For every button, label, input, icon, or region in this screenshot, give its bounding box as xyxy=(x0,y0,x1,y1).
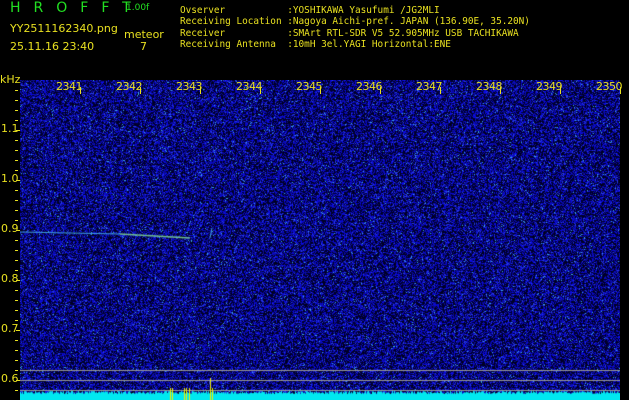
meteor-count: 7 xyxy=(140,40,147,53)
freq-tick xyxy=(15,90,18,91)
freq-tick xyxy=(15,170,18,171)
time-label: 2344 xyxy=(236,80,262,93)
time-tick xyxy=(80,87,81,94)
freq-tick xyxy=(15,270,18,271)
freq-tick xyxy=(15,210,18,211)
freq-tick xyxy=(15,100,18,101)
freq-label: 0.9 xyxy=(1,222,19,235)
freq-tick xyxy=(16,380,20,381)
freq-label: 0.8 xyxy=(1,272,19,285)
freq-tick xyxy=(16,180,20,181)
freq-tick xyxy=(15,300,18,301)
time-label: 2345 xyxy=(296,80,322,93)
freq-tick xyxy=(15,120,18,121)
freq-label: 0.7 xyxy=(1,322,19,335)
freq-tick xyxy=(15,320,18,321)
freq-tick xyxy=(15,160,18,161)
freq-tick xyxy=(15,250,18,251)
info-antenna: Receiving Antenna :10mH 3el.YAGI Horizon… xyxy=(180,39,530,50)
time-tick xyxy=(560,87,561,94)
time-tick xyxy=(380,87,381,94)
time-tick xyxy=(140,87,141,94)
app-logo: HROFFT xyxy=(10,0,144,16)
time-label: 2347 xyxy=(416,80,442,93)
freq-tick xyxy=(16,230,20,231)
freq-tick xyxy=(15,110,18,111)
time-tick xyxy=(620,87,621,94)
time-label: 2342 xyxy=(116,80,142,93)
time-label: 2341 xyxy=(56,80,82,93)
time-label: 2349 xyxy=(536,80,562,93)
time-label: 2348 xyxy=(476,80,502,93)
freq-tick xyxy=(15,370,18,371)
freq-tick xyxy=(15,140,18,141)
station-info: Ovserver :YOSHIKAWA Yasufumi /JG2MLI Rece… xyxy=(180,5,530,50)
freq-tick xyxy=(15,360,18,361)
info-observer: Ovserver :YOSHIKAWA Yasufumi /JG2MLI xyxy=(180,5,530,16)
freq-tick xyxy=(15,310,18,311)
freq-tick xyxy=(15,290,18,291)
freq-tick xyxy=(15,190,18,191)
time-tick xyxy=(260,87,261,94)
time-tick xyxy=(440,87,441,94)
freq-tick xyxy=(15,200,18,201)
freq-tick xyxy=(16,330,20,331)
freq-label: 0.6 xyxy=(1,372,19,385)
time-tick xyxy=(500,87,501,94)
filename: YY2511162340.png xyxy=(10,22,118,35)
time-label: 2350 xyxy=(596,80,622,93)
freq-tick xyxy=(15,220,18,221)
datetime: 25.11.16 23:40 xyxy=(10,40,94,53)
time-tick xyxy=(320,87,321,94)
time-tick xyxy=(200,87,201,94)
freq-label: 1.0 xyxy=(1,172,19,185)
freq-tick xyxy=(15,260,18,261)
freq-tick xyxy=(15,350,18,351)
freq-tick xyxy=(16,280,20,281)
version: 1.00f xyxy=(126,3,149,13)
freq-tick xyxy=(16,130,20,131)
freq-tick xyxy=(15,150,18,151)
freq-tick xyxy=(15,240,18,241)
time-label: 2346 xyxy=(356,80,382,93)
info-location: Receiving Location :Nagoya Aichi-pref. J… xyxy=(180,16,530,27)
time-label: 2343 xyxy=(176,80,202,93)
freq-label: 1.1 xyxy=(1,122,19,135)
freq-unit: kHz xyxy=(0,73,20,86)
spectrogram xyxy=(20,80,620,400)
info-receiver: Receiver :SMArt RTL-SDR V5 52.905MHz USB… xyxy=(180,28,530,39)
freq-tick xyxy=(15,340,18,341)
freq-tick xyxy=(15,390,18,391)
